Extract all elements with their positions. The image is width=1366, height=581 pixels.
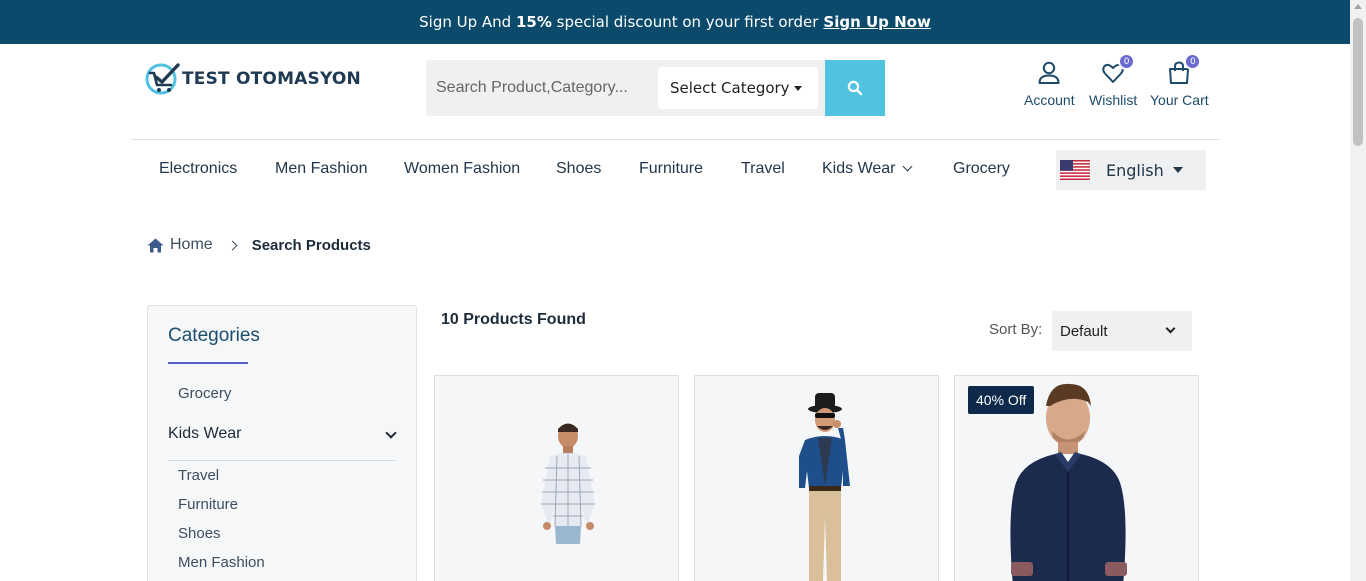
search-icon (847, 80, 863, 96)
sort-label: Sort By: (989, 321, 1043, 338)
nav-item-travel[interactable]: Travel (741, 160, 785, 178)
product-card[interactable] (694, 375, 939, 581)
chevron-down-icon (1165, 323, 1176, 334)
cart-label: Your Cart (1150, 92, 1209, 108)
nav-item-kids-wear-label: Kids Wear (822, 160, 896, 177)
account-link[interactable]: Account (1024, 60, 1075, 108)
wishlist-link[interactable]: 0 Wishlist (1089, 53, 1138, 108)
product-image-plaid-shirt-man (541, 423, 595, 544)
sidebar-title: Categories (168, 325, 260, 346)
language-label: English (1106, 160, 1164, 180)
heart-icon: 0 (1101, 53, 1136, 86)
sort-select[interactable]: Default (1052, 311, 1192, 351)
sidebar-item-kids-wear[interactable]: Kids Wear (168, 425, 242, 443)
brand-logo[interactable]: TEST OTOMASYON (145, 61, 361, 97)
promo-middle: special discount on your first order (556, 13, 819, 31)
caret-down-icon (1173, 167, 1183, 173)
search-input[interactable] (426, 60, 656, 116)
search-button[interactable] (825, 60, 885, 116)
sidebar-item-furniture[interactable]: Furniture (178, 496, 238, 513)
us-flag-icon (1060, 160, 1090, 180)
product-image-denim-shirt-man-hat (799, 393, 850, 581)
sidebar-item-shoes[interactable]: Shoes (178, 525, 221, 542)
results-count: 10 Products Found (441, 311, 586, 328)
breadcrumb-home[interactable]: Home (170, 236, 213, 254)
chevron-right-icon (227, 240, 238, 250)
shopping-bag-icon: 0 (1167, 53, 1202, 86)
user-icon (1037, 60, 1061, 86)
account-label: Account (1024, 92, 1075, 108)
nav-item-kids-wear[interactable]: Kids Wear (822, 160, 912, 178)
nav-item-furniture[interactable]: Furniture (639, 160, 703, 178)
cart-count-badge: 0 (1184, 53, 1202, 70)
product-card[interactable]: 40% Off (954, 375, 1199, 581)
page-scrollbar[interactable] (1350, 0, 1366, 581)
home-icon[interactable] (147, 238, 164, 253)
category-sidebar: Categories Grocery Kids Wear Travel Furn… (147, 305, 417, 581)
category-select-label: Select Category (670, 79, 790, 97)
chevron-down-icon[interactable] (385, 427, 397, 439)
signup-link[interactable]: Sign Up Now (823, 13, 930, 31)
sidebar-item-grocery[interactable]: Grocery (178, 385, 231, 402)
nav-item-electronics[interactable]: Electronics (159, 160, 237, 178)
sort-value: Default (1060, 322, 1108, 340)
breadcrumb: Home Search Products (147, 236, 371, 254)
promo-highlight: 15% (515, 13, 552, 31)
chevron-down-icon (902, 161, 912, 172)
nav-item-grocery[interactable]: Grocery (953, 160, 1010, 178)
search-bar: Select Category (426, 60, 885, 116)
scroll-up-arrow-icon[interactable] (1354, 4, 1362, 9)
breadcrumb-current: Search Products (251, 236, 371, 254)
promo-prefix: Sign Up And (419, 13, 512, 31)
sidebar-divider (168, 460, 396, 461)
nav-item-women-fashion[interactable]: Women Fashion (404, 160, 520, 178)
scrollbar-thumb[interactable] (1353, 18, 1363, 146)
nav-item-men-fashion[interactable]: Men Fashion (275, 160, 368, 178)
wishlist-count-badge: 0 (1118, 53, 1136, 70)
language-selector[interactable]: English (1056, 150, 1206, 190)
discount-badge: 40% Off (968, 386, 1035, 414)
wishlist-label: Wishlist (1089, 92, 1138, 108)
caret-down-icon (794, 86, 802, 91)
sidebar-item-travel[interactable]: Travel (178, 467, 219, 484)
nav-item-shoes[interactable]: Shoes (556, 160, 601, 178)
product-card[interactable] (434, 375, 679, 581)
cart-link[interactable]: 0 Your Cart (1150, 53, 1209, 108)
brand-name: TEST OTOMASYON (182, 69, 361, 89)
sidebar-item-men-fashion[interactable]: Men Fashion (178, 554, 265, 571)
cart-check-logo-icon (145, 63, 180, 95)
title-underline (168, 362, 248, 364)
category-select[interactable]: Select Category (658, 67, 818, 109)
promo-bar: Sign Up And 15% special discount on your… (0, 0, 1350, 44)
header-divider (131, 139, 1219, 140)
